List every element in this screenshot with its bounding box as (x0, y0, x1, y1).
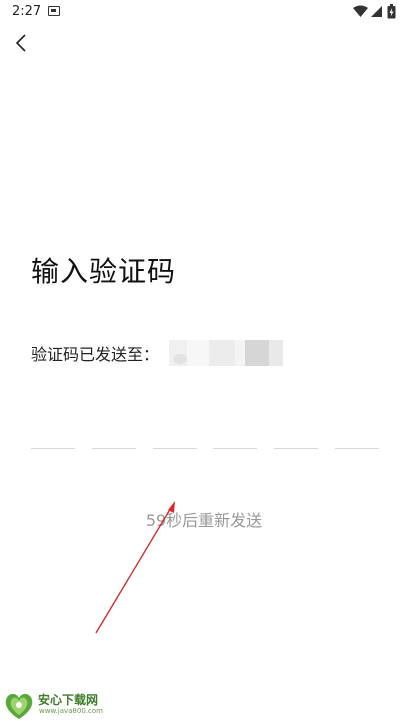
code-digit-6[interactable] (334, 430, 379, 449)
watermark: 安心下载网 www.java800.com (2, 688, 112, 722)
status-bar: 2:27 (0, 0, 408, 24)
page-title: 输入验证码 (31, 255, 177, 288)
watermark-logo-icon (5, 693, 33, 719)
chevron-left-icon (15, 34, 26, 52)
status-time: 2:27 (12, 4, 42, 19)
sent-info: 验证码已发送至： (31, 340, 287, 366)
code-input-group[interactable] (31, 430, 379, 450)
code-digit-1[interactable] (31, 430, 75, 449)
wifi-icon (353, 5, 368, 17)
code-digit-2[interactable] (91, 430, 136, 449)
battery-icon (387, 4, 396, 19)
resend-countdown[interactable]: 59秒后重新发送 (0, 507, 408, 531)
sent-label: 验证码已发送至： (31, 345, 160, 364)
code-digit-5[interactable] (274, 430, 319, 449)
back-button[interactable] (8, 30, 34, 56)
masked-phone-number (169, 340, 287, 366)
notification-icon (48, 6, 60, 16)
code-digit-3[interactable] (152, 430, 197, 449)
signal-icon (371, 6, 382, 17)
watermark-title: 安心下载网 (38, 693, 99, 707)
code-digit-4[interactable] (213, 430, 258, 449)
watermark-url: www.java800.com (39, 707, 103, 715)
